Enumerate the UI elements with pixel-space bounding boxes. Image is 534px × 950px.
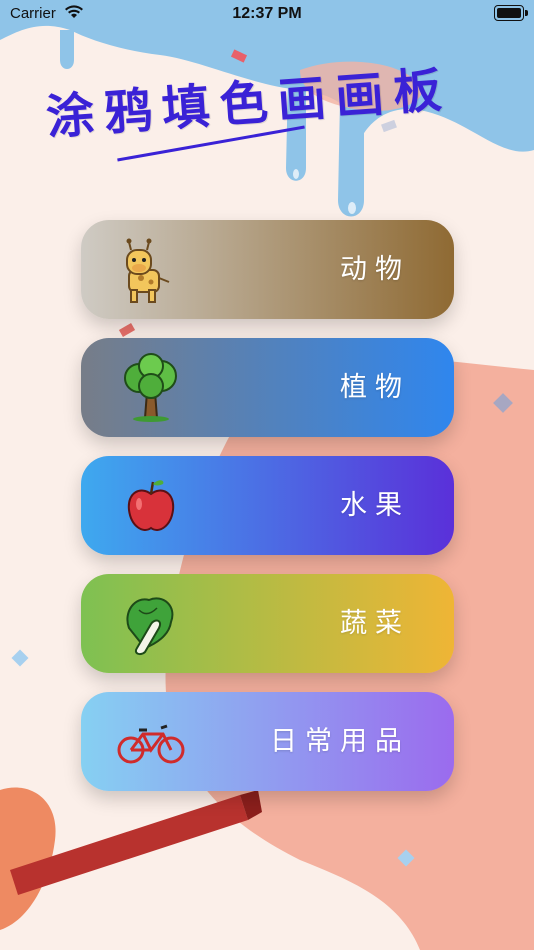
category-label: 植物 bbox=[340, 372, 410, 403]
giraffe-icon bbox=[126, 238, 170, 303]
category-label: 动物 bbox=[340, 254, 410, 285]
category-menu: 动物 植物 水果 蔬菜 日常用品 bbox=[81, 220, 454, 810]
category-card-plants[interactable]: 植物 bbox=[81, 338, 454, 437]
category-label: 水果 bbox=[340, 490, 410, 521]
category-card-daily-items[interactable]: 日常用品 bbox=[81, 692, 454, 791]
category-label: 日常用品 bbox=[270, 726, 410, 757]
apple-icon bbox=[127, 480, 175, 531]
battery-icon bbox=[494, 5, 528, 21]
status-bar: Carrier 12:37 PM bbox=[0, 0, 534, 28]
clock: 12:37 PM bbox=[232, 5, 302, 22]
cabbage-icon bbox=[126, 597, 174, 656]
category-card-animals[interactable]: 动物 bbox=[81, 220, 454, 319]
category-card-vegetables[interactable]: 蔬菜 bbox=[81, 574, 454, 673]
category-card-fruits[interactable]: 水果 bbox=[81, 456, 454, 555]
category-label: 蔬菜 bbox=[340, 608, 410, 639]
bicycle-icon bbox=[117, 724, 185, 764]
tree-icon bbox=[124, 353, 177, 422]
